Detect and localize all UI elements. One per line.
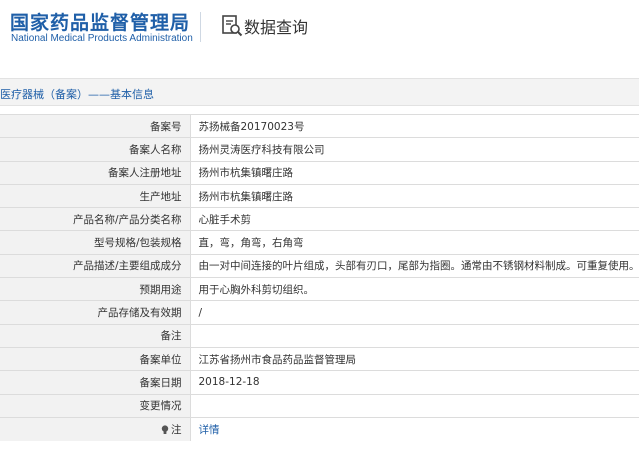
field-label: 产品存储及有效期 — [0, 300, 191, 325]
lightbulb-icon — [161, 425, 169, 434]
field-value: 心脏手术剪 — [190, 207, 639, 232]
page-title: 数据查询 — [244, 18, 309, 37]
field-label: 备案人注册地址 — [0, 160, 191, 185]
table-row: 备案单位 江苏省扬州市食品药品监督管理局 — [0, 346, 639, 372]
field-label: 备案单位 — [0, 346, 191, 372]
section-title: 医疗器械（备案）——基本信息 — [0, 88, 154, 101]
field-label: 备注 — [0, 323, 191, 348]
table-row: 产品名称/产品分类名称 心脏手术剪 — [0, 207, 639, 232]
note-label: 注 — [0, 416, 191, 441]
table-row: 备案人名称 扬州灵涛医疗科技有限公司 — [0, 137, 639, 162]
field-value: 扬州市杭集镇曙庄路 — [190, 183, 639, 209]
record-info-table: 备案号 苏扬械备20170023号 备案人名称 扬州灵涛医疗科技有限公司 备案人… — [0, 113, 639, 441]
field-value: 江苏省扬州市食品药品监督管理局 — [190, 346, 639, 372]
table-row: 生产地址 扬州市杭集镇曙庄路 — [0, 183, 639, 209]
field-label: 备案日期 — [0, 370, 191, 395]
agency-logo-cn[interactable]: 国家药品监督管理局 — [10, 8, 190, 35]
table-row: 型号规格/包装规格 直，弯，角弯，右角弯 — [0, 230, 639, 255]
field-label: 备案号 — [0, 113, 191, 139]
field-label: 注 — [171, 423, 182, 436]
field-label: 型号规格/包装规格 — [0, 230, 191, 255]
table-row: 备案人注册地址 扬州市杭集镇曙庄路 — [0, 160, 639, 185]
field-label: 产品名称/产品分类名称 — [0, 207, 191, 232]
table-row: 预期用途 用于心胸外科剪切组织。 — [0, 277, 639, 302]
field-value: / — [190, 300, 639, 325]
field-label: 预期用途 — [0, 277, 191, 302]
field-value: 用于心胸外科剪切组织。 — [190, 277, 639, 302]
table-row: 备案号 苏扬械备20170023号 — [0, 113, 639, 139]
field-value: 详情 — [190, 416, 639, 441]
document-search-icon — [222, 15, 243, 37]
field-value: 直，弯，角弯，右角弯 — [190, 230, 639, 255]
section-header: 医疗器械（备案）——基本信息 — [0, 78, 639, 106]
field-label: 变更情况 — [0, 393, 191, 418]
table-row: 注 详情 — [0, 416, 639, 441]
field-label: 生产地址 — [0, 183, 191, 209]
table-row: 产品描述/主要组成成分 由一对中间连接的叶片组成，头部有刃口，尾部为指圈。通常由… — [0, 253, 639, 279]
field-value: 2018-12-18 — [190, 370, 639, 395]
agency-logo-en: National Medical Products Administration — [11, 33, 193, 44]
header-divider — [200, 12, 201, 42]
table-row: 产品存储及有效期 / — [0, 300, 639, 325]
site-header: 国家药品监督管理局 National Medical Products Admi… — [0, 0, 639, 62]
field-label: 备案人名称 — [0, 137, 191, 162]
field-value: 苏扬械备20170023号 — [190, 113, 639, 139]
field-label: 产品描述/主要组成成分 — [0, 253, 191, 279]
table-row: 备案日期 2018-12-18 — [0, 370, 639, 395]
table-row: 备注 — [0, 323, 639, 348]
field-value — [190, 393, 639, 418]
field-value: 由一对中间连接的叶片组成，头部有刃口，尾部为指圈。通常由不锈钢材料制成。可重复使… — [190, 253, 639, 279]
field-value: 扬州灵涛医疗科技有限公司 — [190, 137, 639, 162]
field-value: 扬州市杭集镇曙庄路 — [190, 160, 639, 185]
field-value — [190, 323, 639, 348]
table-row: 变更情况 — [0, 393, 639, 418]
details-link[interactable]: 详情 — [199, 424, 220, 436]
